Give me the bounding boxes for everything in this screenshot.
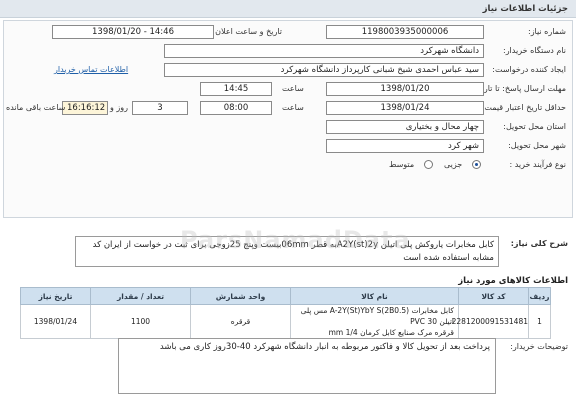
col-header-unit: واحد شمارش <box>190 287 291 305</box>
purchase-type-label: نوع فرآیند خرید : <box>509 160 566 169</box>
col-header-date: تاریخ نیاز <box>20 287 91 305</box>
cell-date: 1398/01/24 <box>20 304 91 339</box>
col-header-code: کد کالا <box>458 287 529 305</box>
need-number-label: شماره نیاز: <box>528 27 566 36</box>
province-field[interactable]: چهار محال و بختیاری <box>326 120 484 134</box>
cell-name-line2: قرقره مرک صنایع کابل کرمان 1/4 mm <box>328 328 454 337</box>
cell-code: 2281200091531481 <box>452 304 529 339</box>
purchase-type-medium-label: متوسط <box>389 160 415 169</box>
page-title: جزئیات اطلاعات نیاز <box>482 4 568 14</box>
buyer-org-label: نام دستگاه خریدار: <box>503 46 566 55</box>
purchase-type-medium-radio[interactable] <box>424 160 433 169</box>
reply-deadline-label: مهلت ارسال پاسخ: تا تاریخ: <box>473 84 566 93</box>
purchase-type-partial-radio[interactable] <box>472 160 481 169</box>
description-text: کابل مخابرات یاروکش پلی اتیلن A2Y(st)2yب… <box>75 236 499 267</box>
cell-name: کابل مخابرات A-2Y(St)YbY S(2B0.5) مس پلی… <box>290 304 459 339</box>
notes-text: پرداخت بعد از تحویل کالا و فاکتور مربوطه… <box>118 338 496 394</box>
cell-name-line1: کابل مخابرات A-2Y(St)YbY S(2B0.5) مس پلی… <box>300 306 454 326</box>
announce-datetime-field[interactable]: 1398/01/20 - 14:46 <box>52 25 214 39</box>
col-header-name: نام کالا <box>290 287 459 305</box>
remaining-time-label: ساعت باقی مانده <box>6 103 66 112</box>
notes-label: توضیحات خریدار: <box>510 342 568 351</box>
description-section: شرح کلی نیاز: کابل مخابرات یاروکش پلی ات… <box>3 236 573 270</box>
validity-days-field[interactable]: 3 <box>132 101 188 115</box>
reply-deadline-date-field[interactable]: 1398/01/20 <box>326 82 484 96</box>
validity-time-field[interactable]: 08:00 <box>200 101 272 115</box>
items-table-header: ردیف کد کالا نام کالا واحد شمارش تعداد /… <box>20 287 551 305</box>
cell-qty: 1100 <box>90 304 191 339</box>
city-label: شهر محل تحویل: <box>508 141 566 150</box>
remaining-time-field: 16:16:12 <box>62 101 108 115</box>
province-label: استان محل تحویل: <box>503 122 566 131</box>
items-section-title: اطلاعات کالاهای مورد نیاز <box>458 276 568 286</box>
validity-date-field[interactable]: 1398/01/24 <box>326 101 484 115</box>
table-row[interactable]: 1 2281200091531481 کابل مخابرات A-2Y(St)… <box>20 304 551 339</box>
validity-time-label: ساعت <box>282 103 304 112</box>
col-header-row: ردیف <box>528 287 551 305</box>
reply-deadline-time-field[interactable]: 14:45 <box>200 82 272 96</box>
description-label: شرح کلی نیاز: <box>510 239 568 248</box>
validity-days-label: روز و <box>110 103 128 112</box>
city-field[interactable]: شهر کرد <box>326 139 484 153</box>
cell-unit: قرقره <box>190 304 291 339</box>
buyer-org-field[interactable]: دانشگاه شهرکرد <box>164 44 484 58</box>
need-details-panel: شماره نیاز: 1198003935000006 تاریخ و ساع… <box>3 20 573 218</box>
reply-deadline-time-label: ساعت <box>282 84 304 93</box>
creator-field[interactable]: سید عباس احمدی شیخ شبانی کارپرداز دانشگا… <box>164 63 484 77</box>
buyer-contact-link[interactable]: اطلاعات تماس خریدار <box>54 65 128 74</box>
creator-label: ایجاد کننده درخواست: <box>492 65 566 74</box>
cell-row: 1 <box>528 304 551 339</box>
purchase-type-partial-label: جزیی <box>444 160 463 169</box>
page-header: جزئیات اطلاعات نیاز <box>0 0 576 18</box>
need-number-field[interactable]: 1198003935000006 <box>326 25 484 39</box>
items-table: ردیف کد کالا نام کالا واحد شمارش تعداد /… <box>20 287 551 339</box>
col-header-qty: تعداد / مقدار <box>90 287 191 305</box>
